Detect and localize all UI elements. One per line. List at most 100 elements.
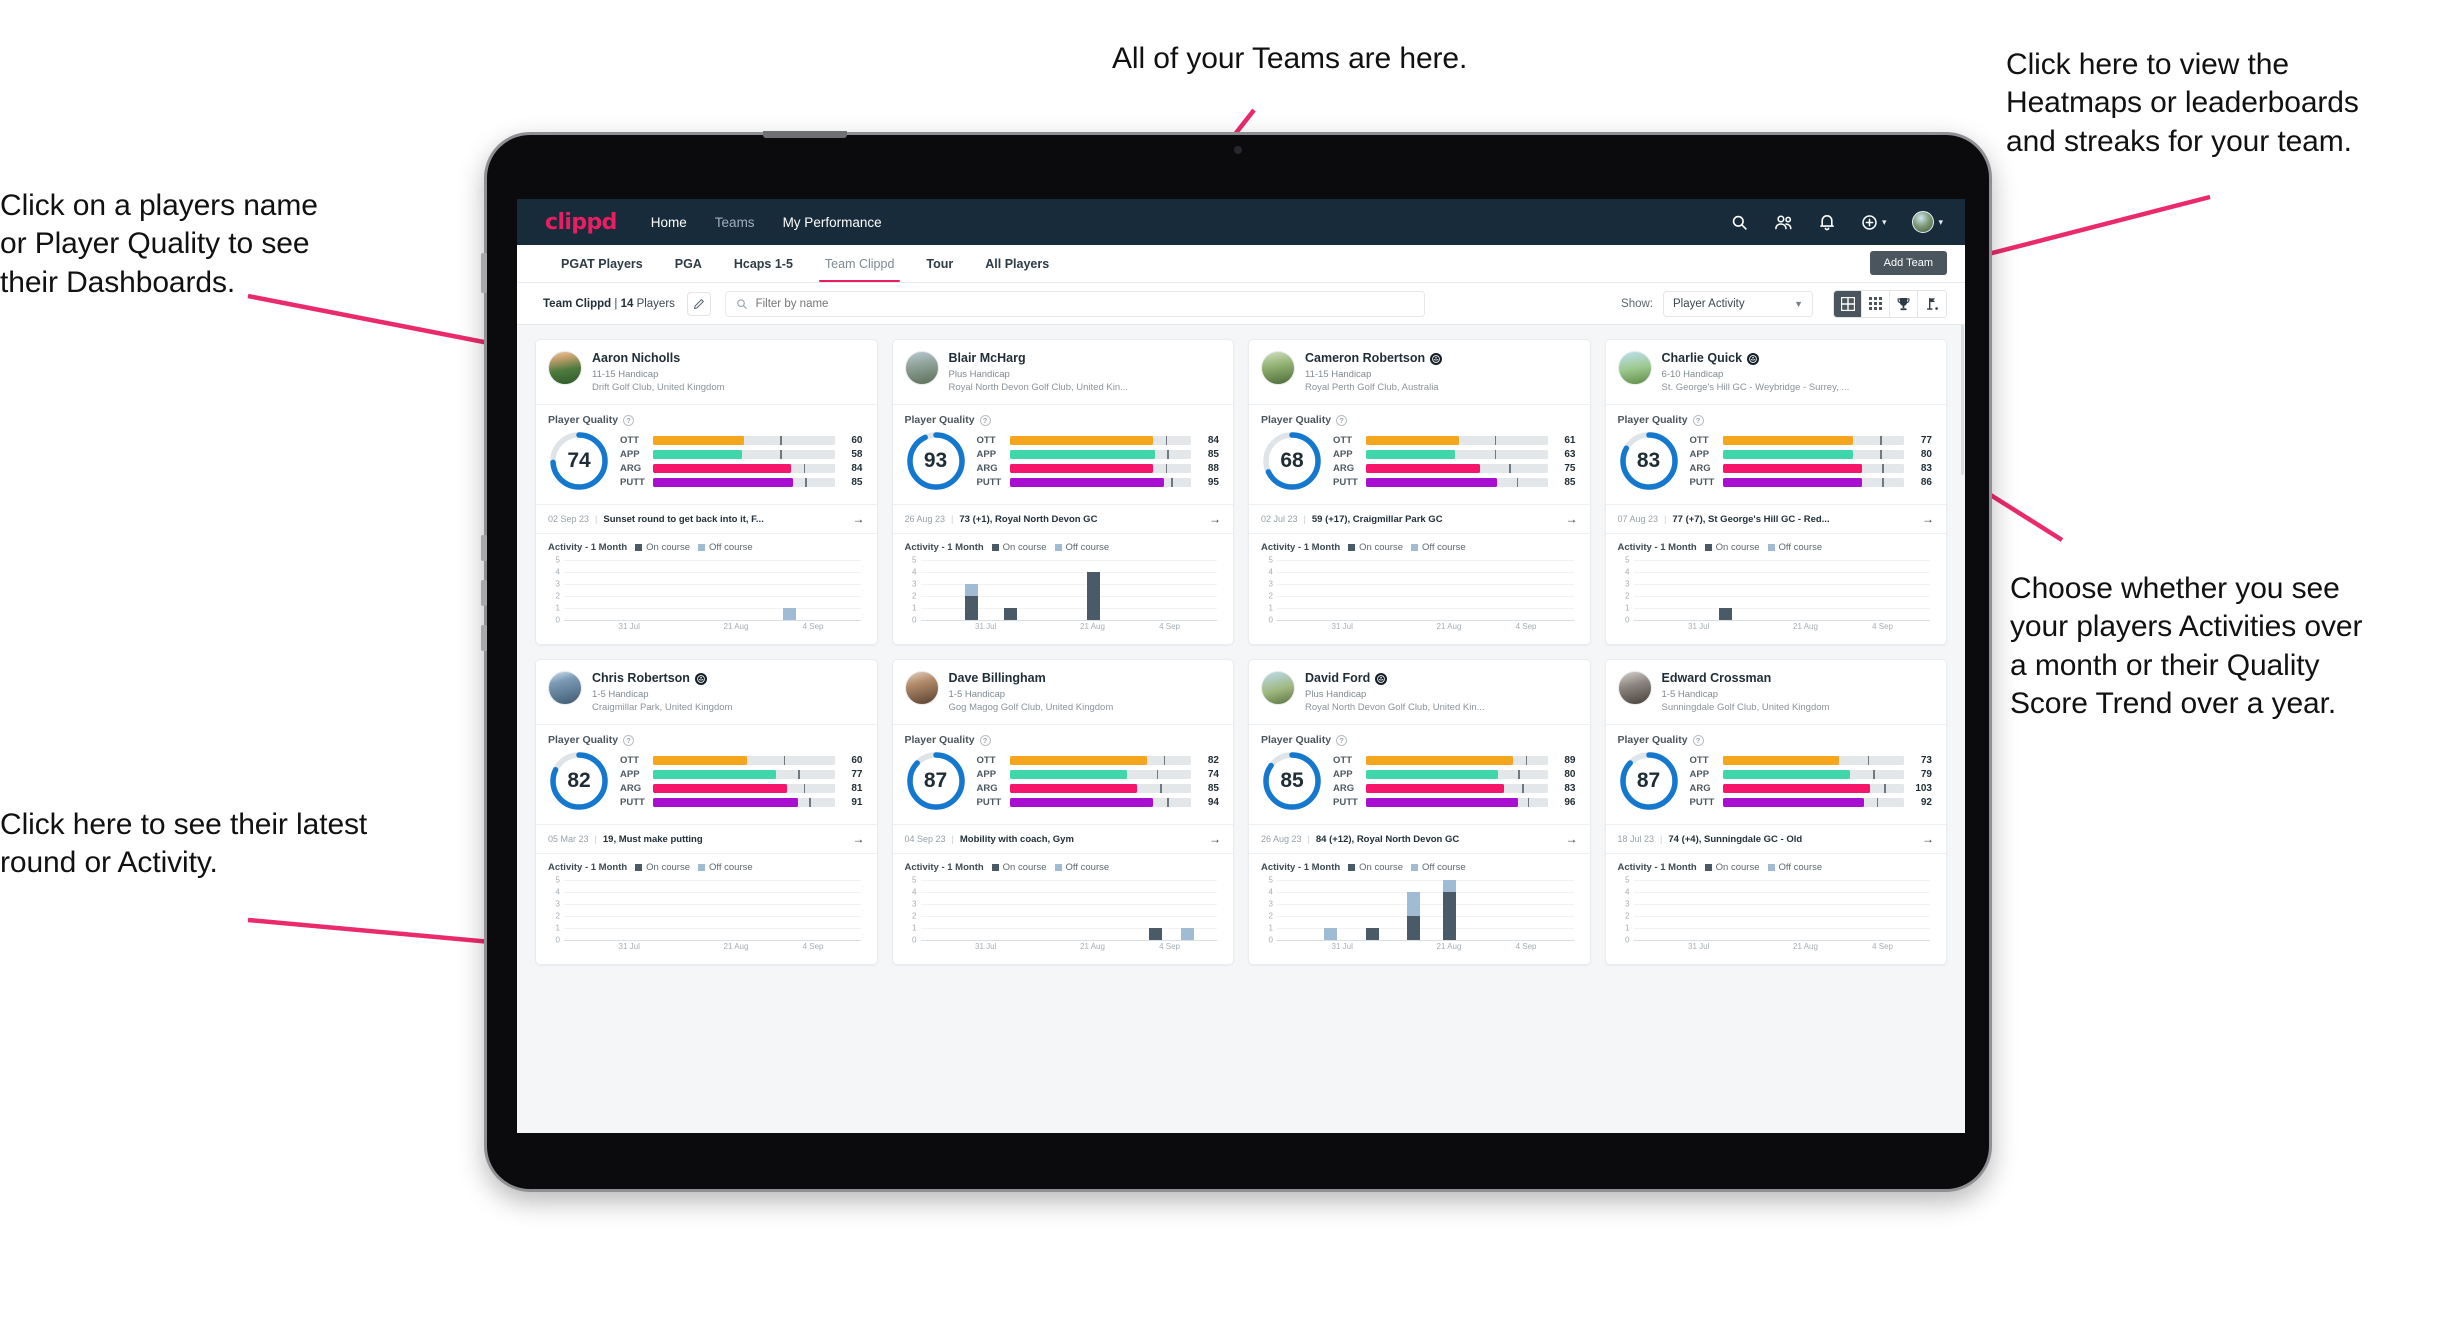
player-card[interactable]: Aaron Nicholls 11-15 Handicap Drift Golf C… — [535, 339, 878, 645]
activity-chart: 0 1 2 3 4 5 31 Jul 21 Aug 4 Sep — [1618, 876, 1935, 954]
tab-team-clippd[interactable]: Team Clippd — [809, 245, 910, 282]
search-icon[interactable] — [1731, 214, 1748, 231]
round-description: 77 (+7), St George's Hill GC - Red... — [1672, 513, 1830, 525]
help-icon[interactable]: ? — [1336, 734, 1348, 746]
player-card[interactable]: Cameron Robertson 11-15 Handicap Royal Per… — [1248, 339, 1591, 645]
avatar[interactable]: ▾ — [1912, 211, 1943, 233]
metric-row: ARG 81 — [620, 783, 863, 794]
search-filter-box[interactable] — [724, 290, 1425, 317]
search-input[interactable] — [755, 297, 1414, 310]
metric-bar-tick — [1876, 797, 1879, 807]
view-trophy-button[interactable] — [1890, 290, 1918, 317]
view-grid-small-button[interactable] — [1862, 290, 1890, 317]
latest-round-row[interactable]: 26 Aug 23 | 73 (+1), Royal North Devon GC → — [892, 504, 1233, 534]
player-name[interactable]: Charlie Quick — [1662, 351, 1935, 366]
y-axis-tick: 4 — [555, 567, 560, 577]
player-card[interactable]: Edward Crossman 1-5 Handicap Sunningdale G… — [1604, 659, 1947, 965]
y-axis-tick: 3 — [1625, 579, 1630, 589]
player-quality-label: Player Quality? — [905, 734, 1222, 746]
player-quality-section[interactable]: Player Quality? 87 OTT 82 APP 74 ARG 85 PUTT 94 — [893, 725, 1234, 824]
quality-score-value: 93 — [923, 449, 948, 472]
round-date: 02 Jul 23 — [1261, 514, 1298, 524]
clippd-logo[interactable]: clippd — [545, 210, 617, 235]
show-select[interactable]: Player Activity ▼ — [1663, 290, 1813, 317]
player-avatar[interactable] — [548, 671, 582, 705]
round-date: 26 Aug 23 — [904, 514, 946, 524]
player-name[interactable]: Cameron Robertson — [1305, 351, 1578, 366]
help-icon[interactable]: ? — [623, 734, 635, 746]
metric-row: APP 63 — [1333, 449, 1576, 460]
player-name[interactable]: Aaron Nicholls — [592, 351, 865, 366]
player-quality-section[interactable]: Player Quality? 85 OTT 89 APP 80 ARG 83 PUTT 96 — [1249, 725, 1590, 824]
player-card[interactable]: David Ford Plus Handicap Royal North Devon… — [1248, 659, 1591, 965]
player-quality-section[interactable]: Player Quality? 93 OTT 84 APP 85 ARG 88 PUTT 95 — [893, 405, 1234, 504]
metric-bar-fill — [1722, 449, 1854, 459]
add-team-button[interactable]: Add Team — [1869, 251, 1947, 275]
tab-hcaps-1-5[interactable]: Hcaps 1-5 — [718, 245, 809, 282]
view-grid-large-button[interactable] — [1834, 290, 1862, 317]
bell-icon[interactable] — [1819, 213, 1835, 231]
latest-round-row[interactable]: 05 Mar 23 | 19, Must make putting → — [536, 824, 877, 854]
latest-round-row[interactable]: 26 Aug 23 | 84 (+12), Royal North Devon GC… — [1249, 824, 1590, 854]
help-icon[interactable]: ? — [1692, 414, 1704, 426]
scrollbar[interactable] — [1960, 325, 1965, 1133]
bar-segment-on-course — [1407, 916, 1421, 940]
player-name[interactable]: Edward Crossman — [1662, 671, 1935, 686]
latest-round-row[interactable]: 18 Jul 23 | 74 (+4), Sunningdale GC - Old → — [1605, 824, 1946, 854]
y-axis-tick: 2 — [912, 911, 917, 921]
nav-link-home[interactable]: Home — [651, 215, 687, 230]
player-avatar[interactable] — [904, 351, 939, 385]
nav-link-teams[interactable]: Teams — [715, 215, 755, 230]
tab-tour[interactable]: Tour — [910, 245, 969, 282]
edit-team-button[interactable] — [686, 291, 711, 316]
y-axis: 0 1 2 3 4 5 — [548, 876, 562, 945]
player-avatar[interactable] — [548, 351, 582, 385]
player-name[interactable]: Dave Billingham — [949, 671, 1222, 686]
player-name[interactable]: Chris Robertson — [592, 671, 865, 686]
player-quality-section[interactable]: Player Quality? 83 OTT 77 APP 80 ARG 83 PUTT 86 — [1606, 405, 1947, 504]
player-avatar[interactable] — [1617, 671, 1652, 705]
metric-bar-tick — [1873, 769, 1875, 779]
activity-title: Activity - 1 Month — [1261, 862, 1341, 873]
latest-round-row[interactable]: 02 Sep 23 | Sunset round to get back into … — [536, 504, 877, 534]
people-icon[interactable] — [1774, 214, 1793, 231]
player-quality-section[interactable]: Player Quality? 82 OTT 60 APP 77 ARG 81 PUTT 91 — [536, 725, 877, 824]
nav-link-my-performance[interactable]: My Performance — [783, 215, 882, 230]
help-icon[interactable]: ? — [623, 414, 635, 426]
metric-bar-track — [1009, 797, 1191, 807]
verified-badge-icon — [1747, 352, 1760, 365]
x-axis: 31 Jul 21 Aug 4 Sep — [564, 620, 861, 634]
y-axis-tick: 1 — [1625, 923, 1630, 933]
metric-value: 85 — [851, 476, 863, 488]
player-quality-section[interactable]: Player Quality? 74 OTT 60 APP 58 ARG 84 PUTT 85 — [536, 405, 877, 504]
player-card[interactable]: Chris Robertson 1-5 Handicap Craigmillar P… — [535, 659, 878, 965]
metric-value: 86 — [1920, 476, 1932, 488]
player-name[interactable]: David Ford — [1305, 671, 1578, 686]
player-name[interactable]: Blair McHarg — [949, 351, 1222, 366]
help-icon[interactable]: ? — [979, 734, 991, 746]
plus-circle-icon[interactable]: ▾ — [1861, 214, 1886, 231]
player-quality-section[interactable]: Player Quality? 68 OTT 61 APP 63 ARG 75 PUTT 85 — [1249, 405, 1590, 504]
tab-all-players[interactable]: All Players — [969, 245, 1065, 282]
tab-pga[interactable]: PGA — [659, 245, 718, 282]
player-name-text: Edward Crossman — [1661, 671, 1772, 685]
help-icon[interactable]: ? — [1692, 734, 1704, 746]
metric-value: 79 — [1920, 768, 1932, 780]
tab-pgat-players[interactable]: PGAT Players — [545, 245, 659, 282]
latest-round-row[interactable]: 02 Jul 23 | 59 (+17), Craigmillar Park GC → — [1249, 504, 1590, 534]
latest-round-row[interactable]: 04 Sep 23 | Mobility with coach, Gym → — [892, 824, 1233, 854]
help-icon[interactable]: ? — [1336, 414, 1348, 426]
player-avatar[interactable] — [1261, 351, 1295, 385]
player-quality-section[interactable]: Player Quality? 87 OTT 73 APP 79 ARG 103 PUTT 92 — [1606, 725, 1947, 824]
player-avatar[interactable] — [1617, 351, 1652, 385]
latest-round-row[interactable]: 07 Aug 23 | 77 (+7), St George's Hill GC -… — [1605, 504, 1946, 534]
player-card[interactable]: Dave Billingham 1-5 Handicap Gog Magog Gol… — [891, 659, 1234, 965]
scrollbar-thumb[interactable] — [1961, 325, 1964, 475]
view-golf-flag-button[interactable] — [1918, 290, 1946, 317]
help-icon[interactable]: ? — [979, 414, 991, 426]
metric-label: ARG — [976, 462, 998, 474]
player-card[interactable]: Blair McHarg Plus Handicap Royal North Dev… — [891, 339, 1234, 645]
player-card[interactable]: Charlie Quick 6-10 Handicap St. George's H… — [1604, 339, 1947, 645]
player-avatar[interactable] — [1261, 671, 1295, 705]
player-avatar[interactable] — [904, 671, 939, 705]
